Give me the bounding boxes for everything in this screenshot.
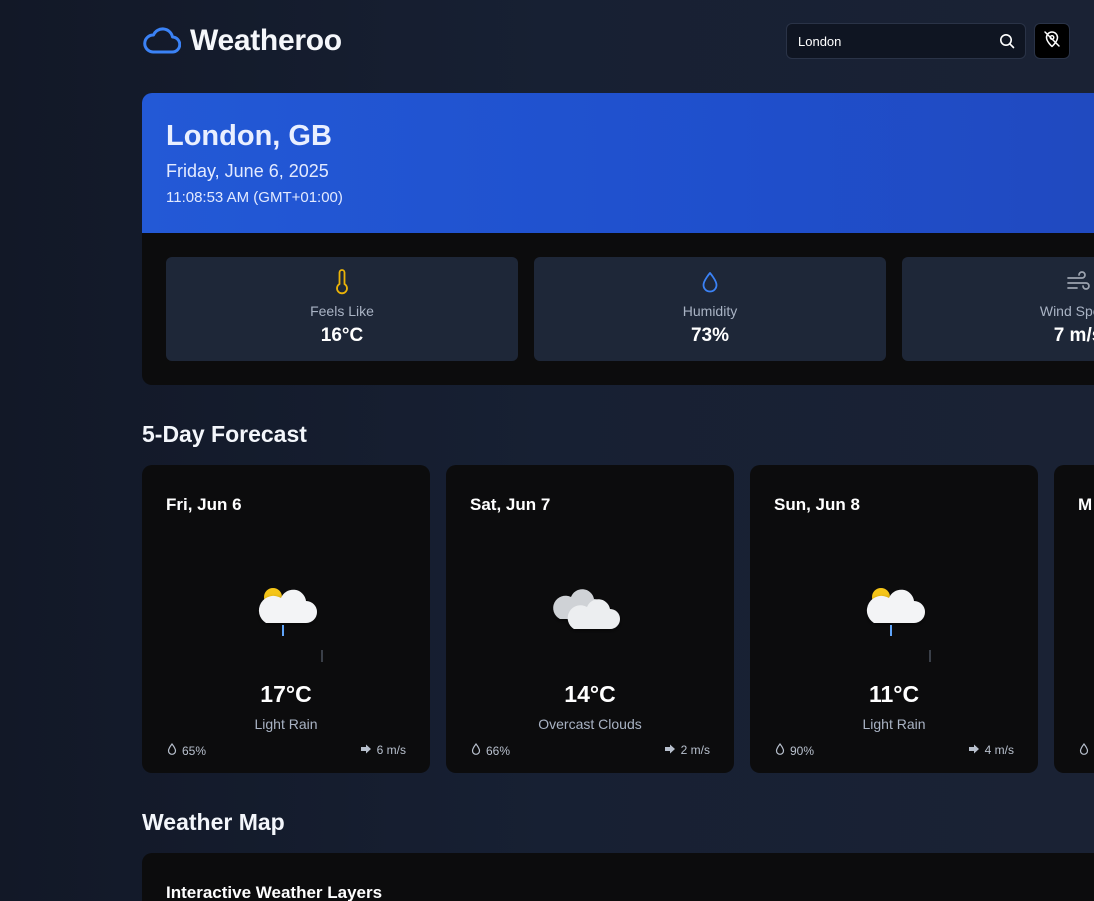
forecast-title: 5-Day Forecast xyxy=(142,421,307,447)
droplet-icon xyxy=(471,743,481,758)
current-weather-card: London, GB Friday, June 6, 2025 11:08:53… xyxy=(142,93,1094,385)
light-rain-icon xyxy=(242,575,332,645)
forecast-card[interactable]: Sun, Jun 8 11°C Light Rain 90% 4 m/s xyxy=(750,465,1038,773)
forecast-card[interactable]: Sat, Jun 7 14°C Overcast Clouds 66% 2 m/… xyxy=(446,465,734,773)
current-weather-banner: London, GB Friday, June 6, 2025 11:08:53… xyxy=(142,93,1094,233)
stat-humidity: Humidity 73% xyxy=(534,257,886,361)
forecast-humidity-value: 66% xyxy=(486,743,511,758)
current-date: Friday, June 6, 2025 xyxy=(166,161,329,181)
forecast-humidity-value: 90% xyxy=(790,743,815,758)
forecast-day: M xyxy=(1078,495,1093,514)
forecast-desc: Light Rain xyxy=(254,716,318,732)
location-off-icon xyxy=(1043,30,1061,53)
stat-value: 16°C xyxy=(320,325,364,346)
forecast-temp: 11°C xyxy=(868,681,920,707)
app-logo[interactable]: Weatheroo xyxy=(143,24,342,58)
search-icon[interactable] xyxy=(999,33,1015,49)
forecast-wind: 6 m/s xyxy=(360,743,406,757)
search-box xyxy=(786,23,1026,59)
forecast-temp: 14°C xyxy=(564,681,616,707)
weather-map-card-title: Interactive Weather Layers xyxy=(166,883,383,901)
stat-value: 73% xyxy=(690,325,730,346)
droplet-icon xyxy=(167,743,177,758)
droplet-icon xyxy=(775,743,785,758)
forecast-day: Fri, Jun 6 xyxy=(166,495,242,514)
current-time: 11:08:53 AM (GMT+01:00) xyxy=(166,189,343,206)
thermometer-icon xyxy=(331,269,353,300)
stat-value: 7 m/s xyxy=(1053,325,1094,346)
stat-wind-speed: Wind Speed 7 m/s xyxy=(902,257,1094,361)
location-title: London, GB xyxy=(166,120,332,152)
wind-direction-icon xyxy=(968,743,980,757)
forecast-desc: Overcast Clouds xyxy=(538,716,642,732)
forecast-temp: 17°C xyxy=(260,681,312,707)
app-name: Weatheroo xyxy=(190,24,342,57)
overcast-clouds-icon xyxy=(546,575,636,645)
stat-label: Humidity xyxy=(682,303,738,319)
weather-map-card: Interactive Weather Layers xyxy=(142,853,1094,901)
forecast-humidity: 90% xyxy=(775,743,814,758)
forecast-humidity: 66% xyxy=(471,743,510,758)
wind-icon xyxy=(1065,269,1091,300)
forecast-wind-value: 4 m/s xyxy=(984,743,1014,757)
stat-label: Wind Speed xyxy=(1039,303,1094,319)
forecast-wind-value: 6 m/s xyxy=(376,743,406,757)
forecast-wind: 2 m/s xyxy=(664,743,710,757)
forecast-humidity: 65% xyxy=(167,743,206,758)
forecast-divider xyxy=(929,650,931,662)
forecast-day: Sat, Jun 7 xyxy=(470,495,551,514)
weather-map-title: Weather Map xyxy=(142,809,285,835)
forecast-wind: 4 m/s xyxy=(968,743,1014,757)
forecast-wind-value: 2 m/s xyxy=(680,743,710,757)
droplet-icon xyxy=(1079,743,1089,758)
stat-label: Feels Like xyxy=(310,303,374,319)
wind-direction-icon xyxy=(360,743,372,757)
forecast-divider xyxy=(321,650,323,662)
search-input[interactable] xyxy=(798,33,999,49)
stat-feels-like: Feels Like 16°C xyxy=(166,257,518,361)
forecast-card[interactable]: M xyxy=(1054,465,1094,773)
forecast-humidity-value: 65% xyxy=(182,743,207,758)
location-off-button[interactable] xyxy=(1034,23,1070,59)
wind-direction-icon xyxy=(664,743,676,757)
page: Weatheroo London, GB Friday, June 6, 202… xyxy=(0,0,1094,901)
droplet-icon xyxy=(699,269,721,300)
forecast-desc: Light Rain xyxy=(862,716,926,732)
forecast-humidity xyxy=(1079,743,1089,758)
forecast-card[interactable]: Fri, Jun 6 17°C Light Rain 65% 6 m/s xyxy=(142,465,430,773)
cloud-icon xyxy=(143,26,181,56)
light-rain-icon xyxy=(850,575,940,645)
forecast-day: Sun, Jun 8 xyxy=(774,495,860,514)
